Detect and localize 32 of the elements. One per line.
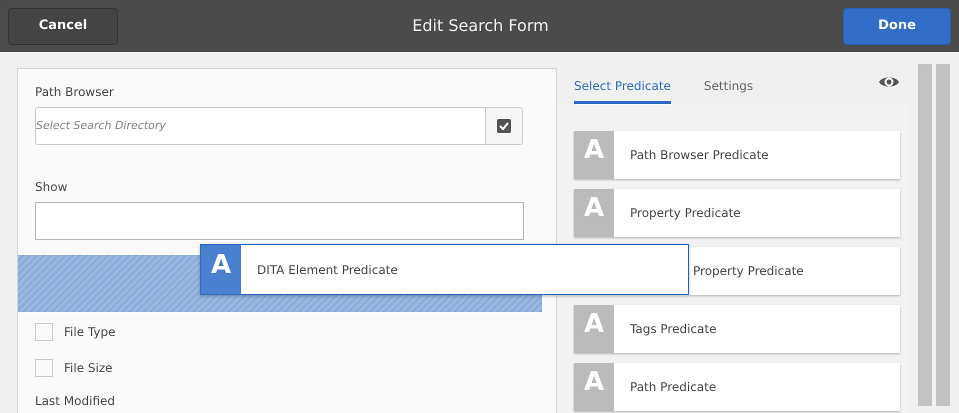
predicate-letter: A	[574, 131, 614, 179]
field-label: Last Modified	[35, 394, 116, 408]
checkbox-label: File Type	[64, 324, 116, 341]
predicate-letter: A	[574, 363, 614, 411]
predicate-label: DITA Element Predicate	[256, 262, 398, 278]
done-button[interactable]: Done	[843, 8, 951, 44]
confirm-button[interactable]	[485, 107, 523, 145]
checkbox[interactable]	[35, 359, 53, 377]
predicate-item[interactable]: A Tags Predicate	[574, 305, 900, 353]
window-title: Edit Search Form	[412, 15, 549, 37]
predicate-item[interactable]: Property Predicate	[689, 247, 900, 295]
predicate-label: Property Predicate	[629, 205, 741, 222]
predicate-item[interactable]: A Path Predicate	[574, 363, 900, 411]
dragged-predicate[interactable]: A DITA Element Predicate	[200, 244, 689, 295]
path-field[interactable]: Select Search Directory	[35, 107, 485, 145]
predicate-letter: A	[201, 245, 241, 294]
field-label: Path Browser	[34, 84, 115, 101]
predicate-letter: A	[574, 189, 614, 237]
predicate-label: Path Browser Predicate	[629, 147, 769, 164]
predicate-label: Path Predicate	[629, 379, 716, 396]
predicate-label: Tags Predicate	[629, 321, 716, 338]
show-field[interactable]	[35, 202, 524, 240]
field-label: Show	[34, 179, 68, 196]
checkbox[interactable]	[35, 323, 53, 341]
checkbox-label: File Size	[64, 360, 113, 377]
cancel-button[interactable]: Cancel	[8, 8, 118, 44]
predicate-label: Property Predicate	[692, 263, 804, 280]
checkbox-icon	[497, 119, 511, 133]
predicate-item[interactable]: A Path Browser Predicate	[574, 131, 900, 179]
predicate-letter: A	[574, 305, 614, 353]
predicate-item[interactable]: A Property Predicate	[574, 189, 900, 237]
tab[interactable]: Settings	[704, 77, 754, 104]
